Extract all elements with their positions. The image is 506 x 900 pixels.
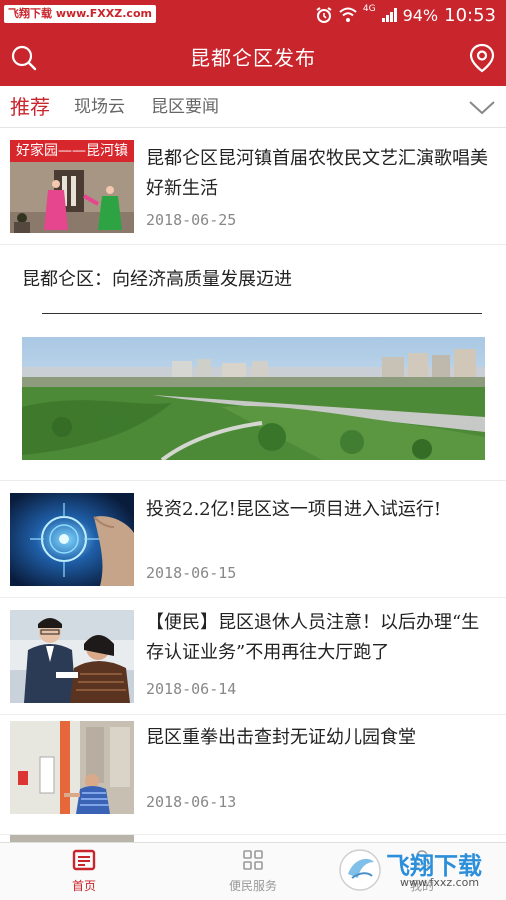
news-item[interactable]: 好家园——昆河镇 昆都仑区昆河镇首届农牧民文艺汇演歌唱美好新生活 2018-06… (0, 128, 506, 245)
news-headline[interactable]: 昆都仑区昆河镇首届农牧民文艺汇演歌唱美好新生活 (146, 144, 492, 204)
watermark-label: 飞翔下载 www.FXXZ.com (4, 5, 156, 23)
nav-services[interactable]: 便民服务 (203, 849, 303, 894)
signal-icon (381, 8, 397, 22)
feature-image[interactable] (22, 337, 485, 460)
news-date: 2018-06-25 (146, 211, 237, 229)
alarm-icon (316, 7, 332, 23)
news-date: 2018-06-13 (146, 793, 237, 811)
wifi-icon (339, 7, 357, 22)
clock-time: 10:53 (444, 4, 496, 26)
tab-live-cloud[interactable]: 现场云 (74, 86, 125, 128)
news-item[interactable]: 【便民】昆区退休人员注意！以后办理“生存认证业务”不用再往大厅跑了 2018-0… (0, 598, 506, 715)
news-thumbnail (10, 721, 134, 814)
page-title: 昆都仑区发布 (190, 46, 316, 70)
status-indicators: 4G 94% 10:53 (315, 4, 496, 26)
news-headline[interactable]: 投资2.2亿!昆区这一项目进入试运行! (146, 495, 492, 525)
status-bar: 飞翔下载 www.FXXZ.com 4G 94% 10:53 (0, 0, 506, 30)
battery-level: 94% (402, 5, 439, 25)
category-tabs: 推荐 现场云 昆区要闻 (0, 86, 506, 128)
thumbnail-caption: 好家园——昆河镇 (16, 143, 128, 159)
news-thumbnail (10, 493, 134, 586)
news-thumbnail (10, 610, 134, 703)
nav-home[interactable]: 首页 (34, 849, 134, 894)
tab-district-news[interactable]: 昆区要闻 (151, 86, 219, 128)
nav-services-label: 便民服务 (228, 879, 277, 893)
news-item[interactable]: 昆区重拳出击查封无证幼儿园食堂 2018-06-13 (0, 715, 506, 835)
news-date: 2018-06-15 (146, 564, 237, 582)
app-screen: 飞翔下载 www.FXXZ.com 4G 94% 10:53 昆都仑区发布 推荐… (0, 0, 506, 900)
watermark-url: www.fxxz.com (400, 876, 480, 889)
news-date: 2018-06-14 (146, 680, 237, 698)
grid-icon (243, 850, 263, 870)
chevron-down-icon[interactable] (468, 94, 496, 120)
news-thumbnail: 好家园——昆河镇 (10, 140, 134, 233)
news-headline[interactable]: 昆区重拳出击查封无证幼儿园食堂 (146, 723, 492, 753)
tab-recommend[interactable]: 推荐 (10, 86, 50, 128)
app-header: 昆都仑区发布 (0, 30, 506, 86)
feature-divider (42, 313, 482, 314)
nav-home-label: 首页 (71, 879, 96, 893)
watermark-logo: 飞翔下载 www.fxxz.com (338, 842, 498, 898)
news-item[interactable]: 投资2.2亿!昆区这一项目进入试运行! 2018-06-15 (0, 481, 506, 598)
news-headline[interactable]: 【便民】昆区退休人员注意！以后办理“生存认证业务”不用再往大厅跑了 (146, 608, 492, 668)
home-news-icon (72, 849, 96, 871)
network-type: 4G (362, 4, 376, 14)
feature-headline[interactable]: 昆都仑区：向经济高质量发展迈进 (22, 264, 292, 296)
location-pin-icon[interactable] (468, 43, 496, 73)
